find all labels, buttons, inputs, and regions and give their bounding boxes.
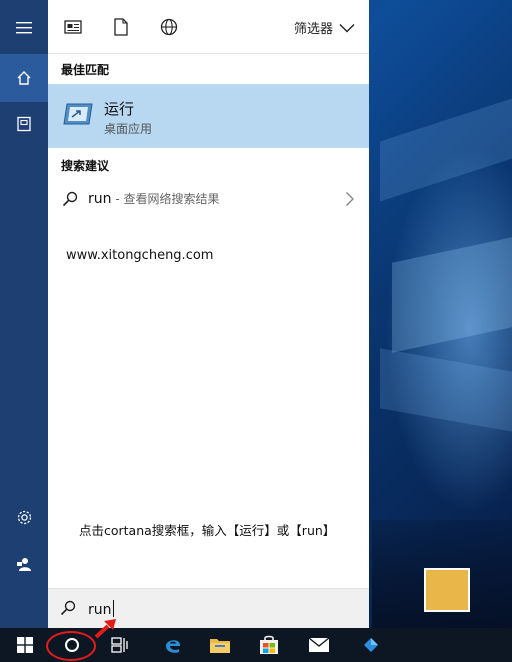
mail-button[interactable] (296, 628, 342, 662)
run-app-icon (63, 103, 93, 125)
feedback-button[interactable] (0, 540, 48, 588)
search-toolbar: 筛选器 (48, 0, 369, 54)
notebook-button[interactable] (0, 100, 48, 148)
notebook-icon (17, 116, 31, 132)
watermark-text: www.xitongcheng.com (66, 248, 214, 263)
suggestions-heading: 搜索建议 (61, 159, 110, 173)
best-match-result[interactable]: 运行 桌面应用 (48, 84, 369, 148)
search-input-value: run (88, 602, 112, 618)
web-filter-button[interactable] (159, 17, 179, 37)
file-explorer-icon (210, 639, 230, 653)
web-suggestion-item[interactable]: run - 查看网络搜索结果 (48, 180, 369, 220)
search-icon (60, 600, 76, 616)
hamburger-menu-button[interactable] (0, 4, 48, 52)
feedback-icon (17, 558, 31, 571)
wallpaper-light-beam (380, 98, 512, 202)
mail-icon (308, 637, 330, 652)
instruction-caption: 点击cortana搜索框，输入【运行】或【run】 (79, 523, 336, 538)
suggestion-hint: - 查看网络搜索结果 (111, 192, 220, 206)
wallpaper-sticker (424, 568, 470, 612)
text-caret (112, 600, 114, 617)
suggestion-query: run (88, 191, 112, 207)
document-icon (114, 18, 128, 36)
arrow-annotation-icon (94, 619, 116, 639)
chevron-right-icon (346, 192, 354, 206)
news-icon (64, 20, 82, 34)
file-explorer-button[interactable] (197, 628, 243, 662)
edge-icon (166, 640, 180, 653)
home-icon (17, 71, 31, 85)
filter-dropdown[interactable]: 筛选器 (294, 18, 355, 37)
filter-label: 筛选器 (293, 22, 333, 37)
wallpaper-light-beam (380, 348, 512, 432)
best-match-name: 运行 (104, 100, 135, 118)
search-icon (62, 191, 78, 207)
settings-button[interactable] (0, 493, 48, 541)
task-view-icon (111, 637, 128, 653)
search-results-panel: 筛选器 最佳匹配 运行 桌面应用 搜索建议 run - 查看网络搜索结果 www… (48, 0, 369, 628)
windows-start-icon (17, 637, 33, 653)
news-filter-button[interactable] (63, 17, 83, 37)
store-icon (260, 635, 278, 654)
hamburger-icon (16, 22, 32, 34)
edge-button[interactable] (150, 628, 196, 662)
best-match-heading: 最佳匹配 (61, 63, 110, 77)
chevron-down-icon (339, 23, 355, 32)
start-button[interactable] (2, 628, 48, 662)
store-button[interactable] (246, 628, 292, 662)
best-match-type: 桌面应用 (104, 122, 153, 136)
suggestion-text: run - 查看网络搜索结果 (88, 190, 219, 207)
start-left-rail (0, 0, 48, 628)
wallpaper-light-beam (392, 237, 512, 353)
tray-app-button[interactable] (356, 628, 386, 662)
tray-app-icon (364, 638, 378, 652)
highlight-ring-annotation (46, 631, 96, 661)
settings-icon (17, 510, 31, 524)
documents-filter-button[interactable] (111, 17, 131, 37)
home-button[interactable] (0, 54, 48, 102)
globe-icon (160, 18, 178, 36)
search-input[interactable]: run (88, 600, 114, 618)
